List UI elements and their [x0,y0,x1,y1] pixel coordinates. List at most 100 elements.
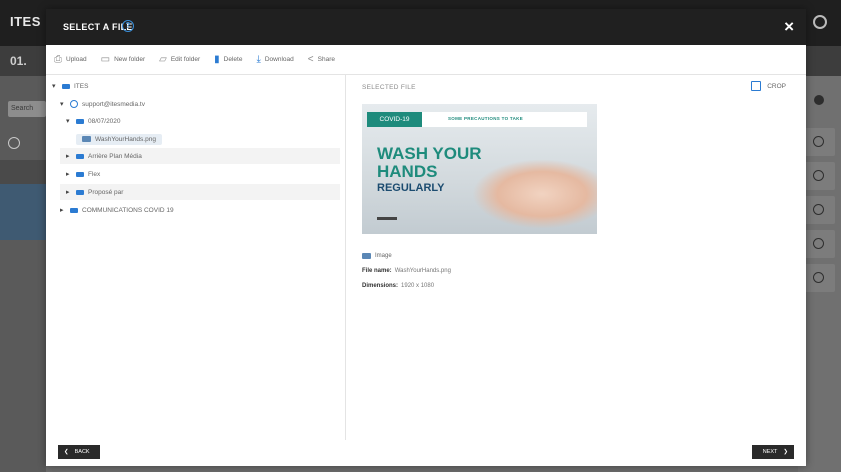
download-button[interactable]: ⤓ Download [256,53,294,65]
folder-icon [76,189,84,195]
hands-illustration [472,159,597,229]
file-toolbar: ⎙ Upload ▭ New folder ▱ Edit folder ▮ De… [46,45,806,75]
file-name-row: File name: WashYourHands.png [362,268,451,274]
tree-item-label: support@itesmedia.tv [82,100,145,108]
tree-item-root[interactable]: ▾ ITES [52,78,88,94]
new-folder-icon: ▭ [100,53,111,65]
selected-file-label: SELECTED FILE [362,84,416,91]
chevron-right-icon[interactable]: ▸ [60,206,70,214]
edit-folder-label: Edit folder [170,56,201,63]
upload-icon: ⎙ [54,53,62,65]
thumbnail-badge: COVID-19 [367,112,422,127]
list-item[interactable] [0,160,46,184]
crop-icon [751,81,762,91]
add-icon-button[interactable] [803,128,835,156]
thumbnail-headline-3: REGULARLY [377,182,445,194]
share-icon: < [307,53,314,65]
folder-icon [76,153,84,159]
new-folder-button[interactable]: ▭ New folder [100,53,146,65]
gear-icon[interactable] [813,15,827,29]
tree-item-account[interactable]: ▾ support@itesmedia.tv [60,96,145,112]
tree-item-label: Arrière Plan Média [88,152,142,160]
modal-footer: ❮ BACK NEXT ❯ [46,440,806,466]
next-button[interactable]: NEXT ❯ [752,445,794,459]
delete-button[interactable]: ▮ Delete [214,53,243,65]
dimensions-label: Dimensions: [362,283,399,289]
dimensions-row: Dimensions: 1920 x 1080 [362,283,434,289]
folder-icon [76,118,84,124]
chevron-down-icon[interactable]: ▾ [52,82,62,90]
dimensions-value: 1920 x 1080 [401,283,435,289]
download-label: Download [264,56,294,63]
tree-item-folder[interactable]: ▸ Flex [66,166,100,182]
thumbnail-headline-1: WASH YOUR [377,144,482,163]
file-preview-panel: SELECTED FILE CROP COVID-19 SOME PRECAUT… [346,75,806,440]
app-left-panel [0,76,46,472]
tree-item-label: COMMUNICATIONS COVID 19 [82,206,174,214]
chevron-right-icon[interactable]: ▸ [66,170,76,178]
folder-icon [76,171,84,177]
chevron-right-icon[interactable]: ▸ [66,152,76,160]
tree-item-label: 08/07/2020 [88,117,121,125]
search-input[interactable]: Search [8,101,46,117]
tree-item-label: Proposé par [88,188,124,196]
edit-folder-button[interactable]: ▱ Edit folder [159,53,201,65]
download-icon: ⤓ [256,53,261,65]
file-type: Image [362,253,392,259]
tree-item-label: WashYourHands.png [95,135,156,143]
image-thumbnail: COVID-19 SOME PRECAUTIONS TO TAKE WASH Y… [362,104,597,234]
new-folder-label: New folder [114,56,146,63]
delete-label: Delete [223,56,243,63]
add-icon-button[interactable] [803,162,835,190]
crop-button[interactable]: CROP [751,81,786,91]
crop-label: CROP [767,82,786,90]
add-icon-button[interactable] [803,230,835,258]
tree-item-folder[interactable]: ▸ Proposé par [60,184,340,200]
chevron-left-icon: ❮ [64,449,69,455]
share-button[interactable]: < Share [307,53,335,65]
globe-icon [70,100,78,108]
chevron-down-icon[interactable]: ▾ [60,100,70,108]
tree-item-date-folder[interactable]: ▾ 08/07/2020 [66,113,121,129]
image-icon [362,253,371,259]
image-icon [82,136,91,142]
file-pill: WashYourHands.png [76,133,162,145]
chevron-right-icon: ❯ [783,449,788,455]
add-icon-button[interactable] [803,264,835,292]
delete-icon: ▮ [214,53,220,65]
file-type-label: Image [375,253,392,259]
thumbnail-subtitle: SOME PRECAUTIONS TO TAKE [448,116,524,121]
tree-item-label: Flex [88,170,101,178]
thumbnail-logo [377,217,397,220]
modal-header: SELECT A FILE ? × [46,9,806,45]
edit-folder-icon: ▱ [159,53,167,65]
close-icon[interactable]: × [784,17,794,37]
list-item-selected[interactable] [0,184,46,240]
file-name-value: WashYourHands.png [394,268,451,274]
file-name-label: File name: [362,268,392,274]
add-icon-button[interactable] [803,196,835,224]
settings-icon[interactable] [814,95,824,105]
modal-body: ▾ ITES ▾ support@itesmedia.tv ▾ 08/07/20… [46,75,806,440]
back-button[interactable]: ❮ BACK [58,445,100,459]
upload-button[interactable]: ⎙ Upload [54,53,87,65]
tree-item-folder[interactable]: ▸ Arrière Plan Média [60,148,340,164]
folder-tree: ▾ ITES ▾ support@itesmedia.tv ▾ 08/07/20… [46,75,346,440]
folder-icon [62,83,70,89]
share-label: Share [317,56,335,63]
step-number: 01. [10,54,27,68]
back-label: BACK [74,449,90,455]
chevron-right-icon[interactable]: ▸ [66,188,76,196]
thumbnail-headline-2: HANDS [377,162,438,181]
add-icon[interactable] [8,137,20,149]
thumbnail-headline: WASH YOUR HANDS [377,145,482,181]
help-icon[interactable]: ? [122,20,134,32]
file-select-modal: SELECT A FILE ? × ⎙ Upload ▭ New folder … [46,9,806,466]
tree-item-label: ITES [74,82,89,90]
upload-label: Upload [66,56,87,63]
app-logo: ITES [10,14,41,29]
tree-item-folder[interactable]: ▸ COMMUNICATIONS COVID 19 [60,202,174,218]
chevron-down-icon[interactable]: ▾ [66,117,76,125]
folder-icon [70,207,78,213]
tree-item-file-selected[interactable]: WashYourHands.png [76,131,162,147]
